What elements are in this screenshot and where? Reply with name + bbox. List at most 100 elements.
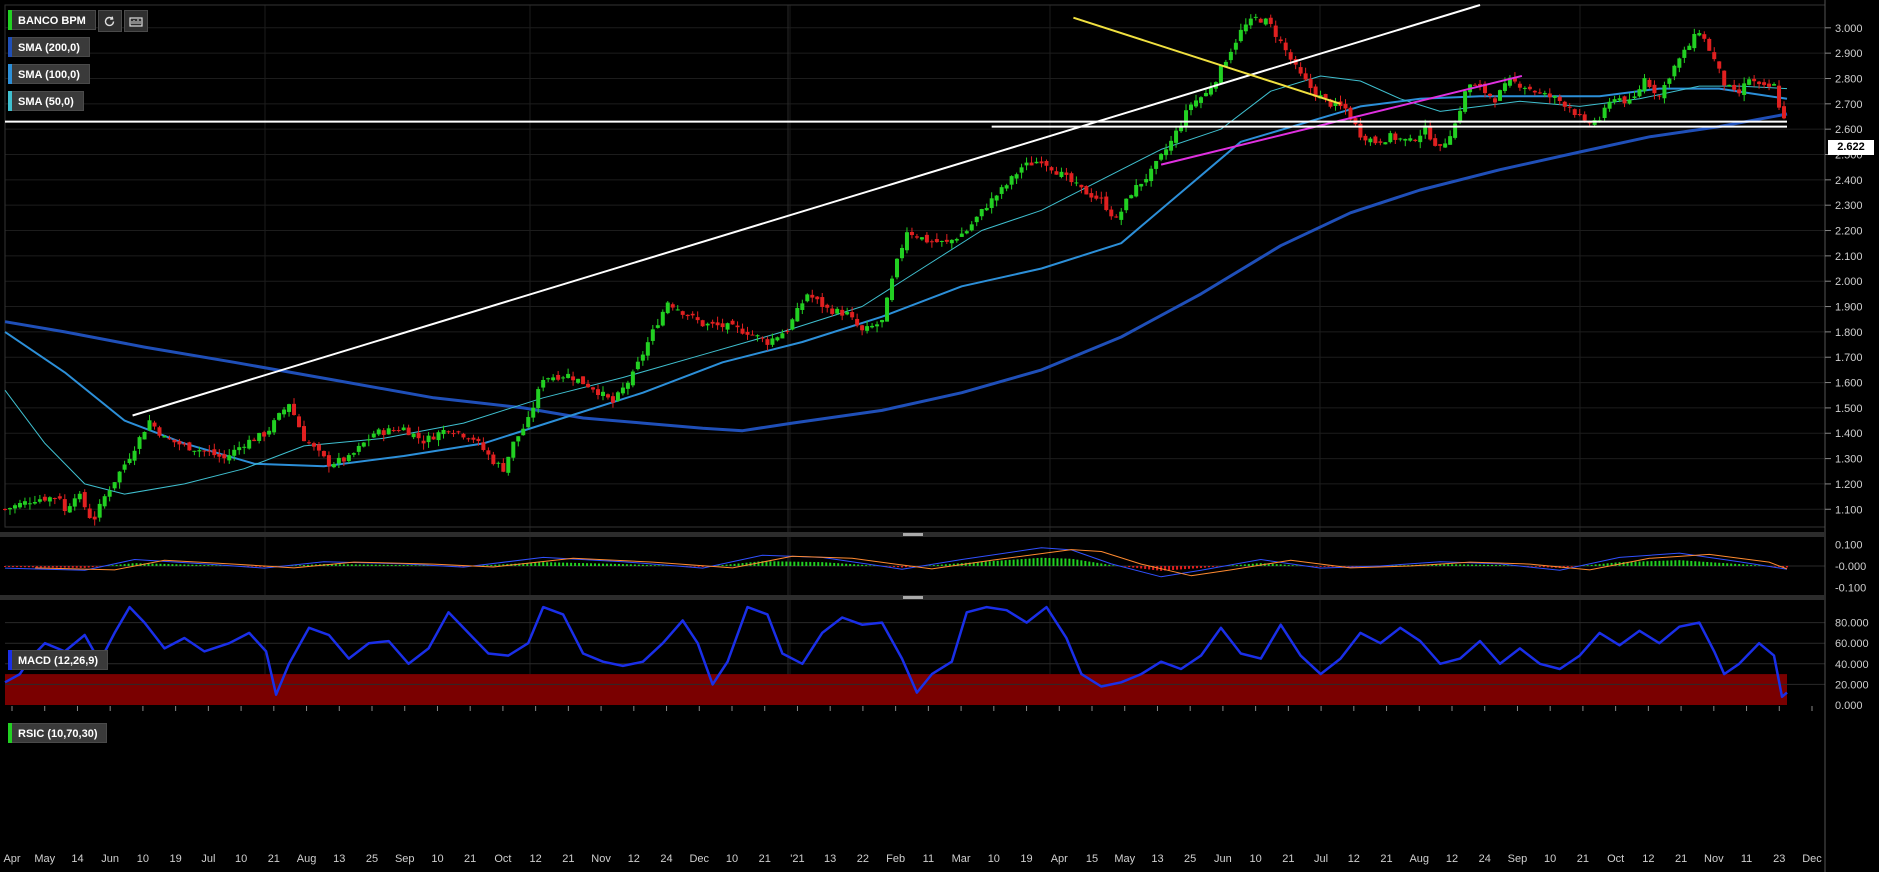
- stock-chart[interactable]: 3.0002.9002.8002.7002.6002.5002.4002.300…: [0, 0, 1879, 872]
- candle-up: [650, 329, 655, 341]
- x-tick-label: 11: [1741, 853, 1752, 865]
- candle-down: [581, 376, 586, 385]
- candle-down: [292, 403, 297, 415]
- x-tick-label: 13: [333, 853, 345, 865]
- instrument-label: BANCO BPM: [12, 10, 96, 30]
- candle-down: [1737, 89, 1742, 94]
- candle-down: [695, 317, 700, 321]
- candle-up: [257, 432, 262, 441]
- x-tick-label: Nov: [591, 853, 611, 865]
- legend-sma-100[interactable]: SMA (100,0): [8, 64, 90, 84]
- x-tick-label: 21: [759, 853, 771, 865]
- panel-resize-handle[interactable]: [903, 596, 923, 599]
- candle-down: [710, 321, 715, 324]
- candle-up: [1004, 185, 1009, 189]
- candle-down: [82, 492, 87, 508]
- candle-up: [77, 493, 82, 500]
- candle-up: [899, 247, 904, 259]
- candle-up: [401, 427, 406, 431]
- x-tick-label: Nov: [1704, 853, 1724, 865]
- candle-up: [496, 462, 501, 464]
- candle-down: [1109, 209, 1114, 217]
- chart-settings-button[interactable]: [123, 10, 148, 32]
- candle-up: [361, 442, 366, 447]
- candle-down: [187, 442, 192, 451]
- x-tick-label: May: [1114, 853, 1135, 865]
- y-tick-label: 1.300: [1835, 454, 1863, 466]
- candle-up: [72, 498, 77, 507]
- candle-up: [1662, 85, 1667, 99]
- candle-up: [237, 447, 242, 451]
- candle-up: [102, 496, 107, 507]
- x-tick-label: Sep: [395, 853, 415, 865]
- y-tick-label: 1.700: [1835, 352, 1863, 364]
- x-tick-label: 24: [1479, 853, 1491, 865]
- refresh-icon: [105, 15, 115, 26]
- candle-up: [959, 233, 964, 237]
- candle-up: [1612, 99, 1617, 103]
- instrument-legend[interactable]: BANCO BPM: [8, 10, 148, 32]
- candle-down: [1473, 84, 1478, 86]
- x-tick-label: 21: [268, 853, 280, 865]
- candle-up: [97, 503, 102, 518]
- candle-up: [336, 457, 341, 464]
- candle-down: [1582, 114, 1587, 121]
- candle-up: [1697, 33, 1702, 36]
- x-tick-label: 12: [1446, 853, 1458, 865]
- candle-up: [835, 308, 840, 314]
- candle-up: [1632, 96, 1637, 98]
- candle-up: [675, 309, 680, 311]
- candle-down: [815, 296, 820, 300]
- refresh-button[interactable]: [97, 10, 122, 32]
- candle-down: [1547, 93, 1552, 98]
- rsi-tick-label: 60.000: [1835, 638, 1869, 650]
- candle-up: [1139, 183, 1144, 187]
- candle-down: [481, 442, 486, 450]
- legend-sma-200[interactable]: SMA (200,0): [8, 37, 90, 57]
- candle-up: [376, 429, 381, 435]
- candle-up: [566, 373, 571, 378]
- legend-rsi[interactable]: RSIC (10,70,30): [8, 723, 108, 743]
- rsi-tick-label: 80.000: [1835, 618, 1869, 630]
- candle-down: [451, 433, 456, 435]
- candle-down: [1488, 93, 1492, 96]
- candle-up: [1772, 84, 1777, 86]
- candle-down: [1572, 109, 1577, 116]
- x-tick-label: 21: [562, 853, 574, 865]
- candle-down: [297, 416, 302, 428]
- candle-up: [511, 441, 516, 458]
- candle-up: [1174, 130, 1179, 143]
- candle-up: [112, 482, 117, 489]
- candle-up: [1458, 110, 1463, 122]
- legend-sma-50[interactable]: SMA (50,0): [8, 91, 84, 111]
- candle-down: [605, 394, 610, 398]
- candle-down: [1777, 85, 1782, 108]
- legend-macd[interactable]: MACD (12,26,9): [8, 650, 109, 670]
- candle-up: [1542, 92, 1547, 95]
- candle-down: [820, 297, 825, 307]
- x-tick-label: 19: [1020, 853, 1032, 865]
- candle-up: [1408, 138, 1413, 141]
- candle-down: [1652, 84, 1657, 94]
- candle-down: [715, 322, 720, 326]
- candle-down: [456, 431, 461, 433]
- candle-up: [1552, 96, 1557, 98]
- candle-up: [426, 435, 431, 443]
- y-tick-label: 2.000: [1835, 276, 1863, 288]
- panel-resize-handle[interactable]: [903, 533, 923, 536]
- candle-down: [1562, 101, 1567, 107]
- candle-down: [92, 516, 97, 520]
- candle-down: [1079, 184, 1084, 188]
- candle-down: [1577, 113, 1582, 116]
- y-tick-label: 3.000: [1835, 23, 1863, 35]
- candle-down: [381, 430, 386, 435]
- rsi-tick-label: 0.000: [1835, 700, 1863, 712]
- candle-down: [1303, 73, 1308, 80]
- candle-down: [1069, 173, 1074, 183]
- x-tick-label: Feb: [886, 853, 905, 865]
- candle-up: [1617, 98, 1622, 101]
- candle-up: [1248, 18, 1253, 26]
- candle-up: [1637, 89, 1642, 97]
- candle-up: [625, 382, 630, 389]
- x-tick-label: 10: [235, 853, 247, 865]
